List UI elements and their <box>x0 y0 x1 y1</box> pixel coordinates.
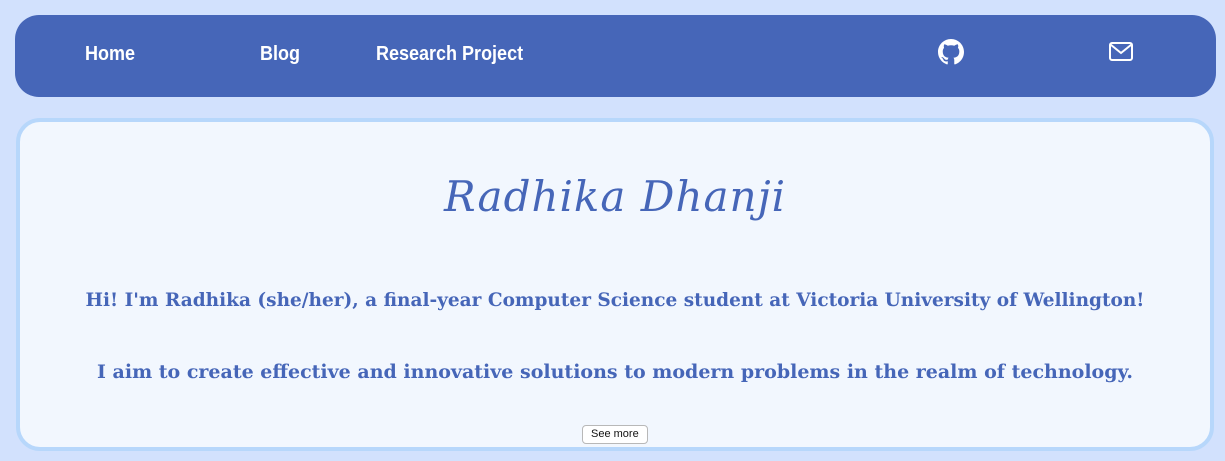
nav-home-link[interactable]: Home <box>85 43 135 66</box>
aim-text: I aim to create effective and innovative… <box>97 361 1133 383</box>
top-navbar: Home Blog Research Project <box>15 15 1216 97</box>
nav-blog-link[interactable]: Blog <box>260 43 300 66</box>
mail-icon[interactable] <box>1107 38 1135 66</box>
github-icon[interactable] <box>937 38 965 66</box>
intro-card: Radhika Dhanji Hi! I'm Radhika (she/her)… <box>16 118 1214 451</box>
see-more-button[interactable]: See more <box>582 425 648 444</box>
page-title: Radhika Dhanji <box>443 172 787 221</box>
intro-text: Hi! I'm Radhika (she/her), a final-year … <box>85 290 1145 311</box>
nav-research-project-link[interactable]: Research Project <box>376 43 523 66</box>
